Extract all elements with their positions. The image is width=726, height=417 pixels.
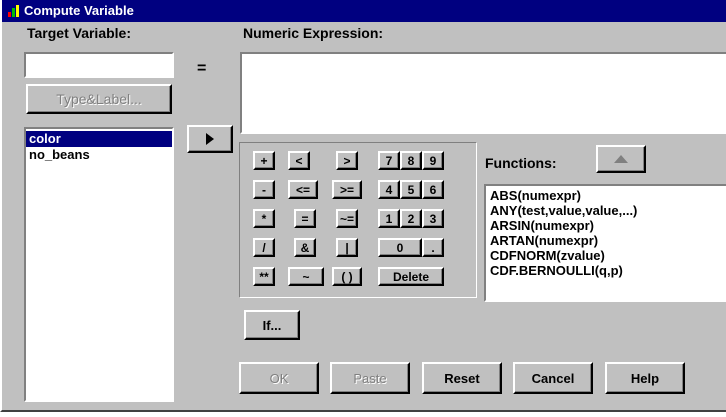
- key-less-equal[interactable]: <=: [288, 180, 318, 199]
- arrow-up-icon: [614, 155, 628, 163]
- key-6[interactable]: 6: [422, 180, 444, 199]
- key-9[interactable]: 9: [422, 151, 444, 170]
- arrow-right-icon: [206, 133, 214, 145]
- key-2[interactable]: 2: [400, 209, 422, 228]
- key-equal[interactable]: =: [294, 209, 316, 228]
- insert-function-button[interactable]: [596, 145, 646, 173]
- function-list[interactable]: ABS(numexpr) ANY(test,value,value,...) A…: [484, 184, 726, 302]
- equals-sign: =: [197, 60, 207, 77]
- list-item[interactable]: ARTAN(numexpr): [488, 233, 726, 248]
- if-button[interactable]: If...: [244, 310, 300, 340]
- key-8[interactable]: 8: [400, 151, 422, 170]
- key-not-equal[interactable]: ~=: [336, 209, 358, 228]
- key-greater-than[interactable]: >: [336, 151, 358, 170]
- key-decimal[interactable]: .: [422, 238, 444, 257]
- move-to-expression-button[interactable]: [187, 125, 233, 153]
- variable-list[interactable]: color no_beans: [24, 127, 174, 402]
- key-and[interactable]: &: [294, 238, 316, 257]
- key-1[interactable]: 1: [378, 209, 400, 228]
- title-bar: Compute Variable: [2, 0, 726, 22]
- key-4[interactable]: 4: [378, 180, 400, 199]
- key-greater-equal[interactable]: >=: [332, 180, 362, 199]
- cancel-button[interactable]: Cancel: [513, 362, 593, 394]
- key-or[interactable]: |: [336, 238, 358, 257]
- key-minus[interactable]: -: [253, 180, 275, 199]
- list-item[interactable]: CDF.BERNOULLI(q,p): [488, 263, 726, 278]
- functions-label: Functions:: [485, 155, 557, 171]
- numeric-expression-input[interactable]: [240, 52, 726, 134]
- type-label-button[interactable]: Type&Label...: [26, 84, 172, 114]
- paste-button[interactable]: Paste: [330, 362, 410, 394]
- key-7[interactable]: 7: [378, 151, 400, 170]
- ok-button[interactable]: OK: [239, 362, 319, 394]
- list-item[interactable]: CDFNORM(zvalue): [488, 248, 726, 263]
- target-variable-label: Target Variable:: [27, 25, 132, 41]
- compute-variable-dialog: Compute Variable Target Variable: Type&L…: [0, 0, 726, 412]
- key-power[interactable]: **: [253, 267, 275, 286]
- key-0[interactable]: 0: [378, 238, 422, 257]
- key-less-than[interactable]: <: [288, 151, 310, 170]
- list-item[interactable]: ARSIN(numexpr): [488, 218, 726, 233]
- list-item[interactable]: ABS(numexpr): [488, 188, 726, 203]
- help-button[interactable]: Help: [605, 362, 685, 394]
- list-item[interactable]: color: [26, 131, 172, 147]
- key-3[interactable]: 3: [422, 209, 444, 228]
- numeric-expression-label: Numeric Expression:: [243, 25, 383, 41]
- key-parentheses[interactable]: ( ): [332, 267, 362, 286]
- key-delete[interactable]: Delete: [378, 267, 444, 286]
- app-icon: [8, 5, 19, 17]
- key-plus[interactable]: +: [253, 151, 275, 170]
- list-item[interactable]: ANY(test,value,value,...): [488, 203, 726, 218]
- list-item[interactable]: no_beans: [26, 147, 172, 163]
- numeric-expression-label-text: Numeric Expression:: [243, 25, 384, 41]
- target-variable-input[interactable]: [24, 52, 174, 78]
- key-divide[interactable]: /: [253, 238, 275, 257]
- reset-button[interactable]: Reset: [422, 362, 502, 394]
- key-multiply[interactable]: *: [253, 209, 275, 228]
- window-title: Compute Variable: [24, 3, 134, 18]
- key-5[interactable]: 5: [400, 180, 422, 199]
- key-not[interactable]: ~: [288, 267, 324, 286]
